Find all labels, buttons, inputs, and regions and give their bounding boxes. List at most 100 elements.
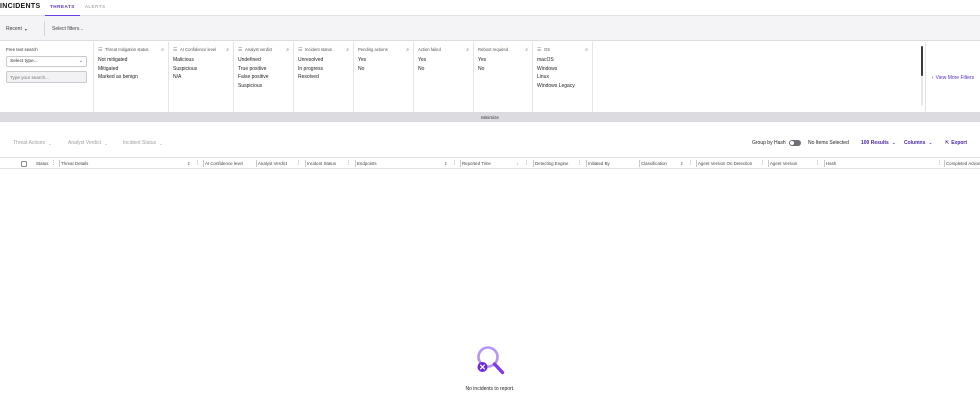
filter-option[interactable]: No — [418, 65, 469, 74]
filter-option[interactable]: Windows — [537, 65, 588, 74]
sort-icon[interactable]: ⇕ — [680, 158, 683, 169]
search-icon[interactable]: ⌕ — [286, 47, 289, 53]
filter-option[interactable]: Windows Legacy — [537, 82, 588, 91]
filter-os: ☰ OS ⌕ macOS Windows Linux Windows Legac… — [533, 42, 593, 113]
drag-handle-icon[interactable]: ☰ — [173, 47, 177, 53]
filter-scrollbar-thumb[interactable] — [921, 46, 923, 76]
drag-handle-icon[interactable]: ☰ — [98, 47, 102, 53]
search-icon[interactable]: ⌕ — [585, 47, 588, 53]
kebab-icon[interactable]: ⋮ — [937, 158, 942, 169]
column-header-hash[interactable]: Hash ⋮ — [824, 158, 944, 169]
column-divider[interactable] — [355, 160, 356, 167]
filter-option[interactable]: Malicious — [173, 56, 229, 65]
column-header-endpoints[interactable]: Endpoints ⇕ ⋮ — [355, 158, 460, 169]
column-divider[interactable] — [256, 160, 257, 167]
recent-dropdown[interactable]: Recent ▾ — [6, 26, 27, 32]
column-divider[interactable] — [59, 160, 60, 167]
tab-threats[interactable]: THREATS — [45, 0, 80, 16]
filter-option[interactable]: Resolved — [298, 73, 349, 82]
column-divider[interactable] — [460, 160, 461, 167]
column-divider[interactable] — [203, 160, 204, 167]
filter-option[interactable]: Not mitigated — [98, 56, 164, 65]
group-by-hash-toggle[interactable] — [788, 140, 801, 146]
column-divider[interactable] — [768, 160, 769, 167]
filter-option[interactable]: In progress — [298, 65, 349, 74]
select-all-checkbox[interactable] — [21, 161, 27, 167]
search-type-select[interactable]: Select type... ⌄ — [6, 56, 87, 67]
sort-icon[interactable]: ⇕ — [444, 158, 447, 169]
column-divider[interactable] — [944, 160, 945, 167]
kebab-icon[interactable]: ⋮ — [688, 158, 693, 169]
kebab-icon[interactable]: ⋮ — [452, 158, 457, 169]
sort-icon[interactable]: ⇕ — [187, 158, 190, 169]
column-header-agent-version[interactable]: Agent Version ⋮ — [768, 158, 824, 169]
filter-option[interactable]: N/A — [173, 73, 229, 82]
chevron-down-icon: ⌄ — [928, 140, 933, 146]
search-icon[interactable]: ⌕ — [525, 47, 528, 53]
kebab-icon[interactable]: ⋮ — [577, 158, 582, 169]
column-divider[interactable] — [586, 160, 587, 167]
threat-actions-dropdown[interactable]: Threat Actions ⌄ — [13, 140, 51, 146]
kebab-icon[interactable]: ⋮ — [760, 158, 765, 169]
tab-alerts[interactable]: ALERTS — [80, 0, 111, 16]
column-header-detecting-engine[interactable]: Detecting Engine ⋮ — [533, 158, 586, 169]
drag-handle-icon[interactable]: ☰ — [238, 47, 242, 53]
filter-option[interactable]: macOS — [537, 56, 588, 65]
sort-desc-icon[interactable]: ↓ — [516, 158, 518, 169]
column-header-ai-confidence-level[interactable]: AI Confidence level — [203, 158, 256, 169]
column-divider[interactable] — [824, 160, 825, 167]
filter-option[interactable]: True positive — [238, 65, 289, 74]
filter-analyst-verdict: ☰ Analyst verdict ⌕ Undefined True posit… — [234, 42, 294, 113]
kebab-icon[interactable]: ⋮ — [195, 158, 200, 169]
drag-handle-icon[interactable]: ☰ — [537, 47, 541, 53]
search-input[interactable]: Type your search... — [6, 71, 87, 83]
columns-dropdown[interactable]: Columns ⌄ — [904, 140, 933, 146]
view-more-filters-button[interactable]: ‹ View More Filters — [925, 42, 980, 113]
search-icon[interactable]: ⌕ — [161, 47, 164, 53]
kebab-icon[interactable]: ⋮ — [346, 158, 351, 169]
minimize-button[interactable]: Minimize — [0, 113, 980, 122]
drag-handle-icon[interactable]: ☰ — [298, 47, 302, 53]
filter-option[interactable]: Suspicious — [238, 82, 289, 91]
filter-title: AI Confidence level — [179, 47, 217, 52]
filter-option[interactable]: Yes — [358, 56, 409, 65]
column-header-reported-time[interactable]: Reported Time ↓ ⋮ — [460, 158, 532, 169]
filter-option[interactable]: Marked as benign — [98, 73, 164, 82]
kebab-icon[interactable]: ⋮ — [51, 158, 56, 169]
filter-option[interactable]: Suspicious — [173, 65, 229, 74]
filter-input[interactable]: Select filters... — [52, 26, 83, 32]
column-header-completed-actions[interactable]: Completed Actions — [944, 158, 980, 169]
column-header-status[interactable]: Status ⋮ — [34, 158, 56, 169]
filter-option[interactable]: False positive — [238, 73, 289, 82]
filter-option[interactable]: Yes — [478, 56, 528, 65]
filter-option[interactable]: Yes — [418, 56, 469, 65]
export-button[interactable]: ⇱ Export — [945, 140, 967, 146]
column-header-classification[interactable]: Classification ⇕ ⋮ — [639, 158, 696, 169]
results-dropdown[interactable]: 100 Results ⌄ — [861, 140, 896, 146]
search-icon[interactable]: ⌕ — [346, 47, 349, 53]
column-divider[interactable] — [533, 160, 534, 167]
kebab-icon[interactable]: ⋮ — [296, 158, 301, 169]
column-header-analyst-verdict[interactable]: Analyst Verdict ⋮ — [256, 158, 304, 169]
filter-option[interactable]: No — [478, 65, 528, 74]
search-icon[interactable]: ⌕ — [226, 47, 229, 53]
filter-option[interactable]: Mitigated — [98, 65, 164, 74]
filter-option[interactable]: Linux — [537, 73, 588, 82]
search-icon[interactable]: ⌕ — [466, 47, 469, 53]
column-divider[interactable] — [305, 160, 306, 167]
incident-status-dropdown[interactable]: Incident Status ⌄ — [123, 140, 162, 146]
column-divider[interactable] — [696, 160, 697, 167]
kebab-icon[interactable]: ⋮ — [815, 158, 820, 169]
column-header-threat-details[interactable]: Threat Details ⇕ ⋮ — [59, 158, 203, 169]
kebab-icon[interactable]: ⋮ — [524, 158, 529, 169]
filter-option[interactable]: No — [358, 65, 409, 74]
free-text-search: Free text search Select type... ⌄ Type y… — [0, 42, 94, 113]
column-header-initiated-by[interactable]: Initiated By — [586, 158, 639, 169]
filter-option[interactable]: Undefined — [238, 56, 289, 65]
column-divider[interactable] — [639, 160, 640, 167]
search-icon[interactable]: ⌕ — [406, 47, 409, 53]
filter-option[interactable]: Unresolved — [298, 56, 349, 65]
column-header-agent-version-on-detection[interactable]: Agent Version On Detection ⋮ — [696, 158, 768, 169]
analyst-verdict-dropdown[interactable]: Analyst Verdict ⌄ — [68, 140, 107, 146]
column-header-incident-status[interactable]: Incident Status ⋮ — [305, 158, 355, 169]
